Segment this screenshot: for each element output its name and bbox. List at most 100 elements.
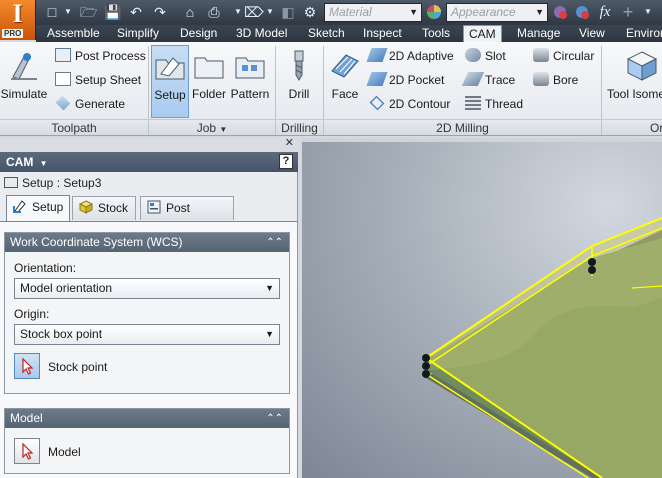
stock-point-label: Stock point — [48, 360, 108, 374]
folder-icon — [194, 57, 224, 79]
thread-button[interactable]: Thread — [465, 94, 523, 114]
orientation-select[interactable]: Model orientation ▼ — [14, 278, 280, 299]
cam-panel: ✕ CAM ▼ ? Setup : Setup3 Setup Stock Pos… — [0, 136, 298, 478]
simulate-button[interactable]: Simulate — [0, 45, 48, 118]
select-filter-icon[interactable]: ◧ — [280, 4, 296, 20]
setup-button[interactable]: Setup — [151, 45, 189, 118]
circular-label: Circular — [553, 49, 595, 63]
tool-isometric-button[interactable]: Tool Isome — [605, 45, 662, 118]
adjust-appearance-icon[interactable] — [574, 4, 590, 20]
chevron-down-icon: ▼ — [265, 283, 274, 293]
tab-setup[interactable]: Setup — [6, 195, 70, 221]
stock-point-marker[interactable] — [422, 370, 430, 378]
slot-label: Slot — [485, 49, 506, 63]
plus-icon[interactable]: + — [620, 3, 636, 21]
slot-button[interactable]: Slot — [465, 46, 506, 66]
circular-button[interactable]: Circular — [533, 46, 594, 66]
appearance-combo[interactable]: Appearance ▼ — [446, 3, 548, 22]
model-pick-label: Model — [48, 445, 81, 459]
collapse-chevrons-icon[interactable]: ⌃⌃ — [266, 409, 283, 428]
close-icon[interactable]: ✕ — [285, 136, 294, 149]
thread-icon — [465, 96, 481, 110]
save-icon[interactable]: 💾 — [104, 4, 121, 20]
wcs-section-header[interactable]: Work Coordinate System (WCS) ⌃⌃ — [5, 233, 289, 252]
tab-3d-model[interactable]: 3D Model — [231, 25, 292, 42]
tab-assemble[interactable]: Assemble — [42, 25, 105, 42]
model-pick-button[interactable] — [14, 438, 40, 464]
app-logo[interactable]: I PRO — [0, 0, 36, 40]
2d-adaptive-button[interactable]: 2D Adaptive — [366, 46, 454, 66]
trace-button[interactable]: Trace — [461, 70, 515, 90]
setup-sheet-button[interactable]: Setup Sheet — [55, 70, 141, 90]
tab-post-process[interactable]: Post Process — [140, 196, 234, 237]
bore-icon — [533, 72, 549, 86]
app-logo-letter: I — [12, 0, 23, 28]
customize-dropdown-icon[interactable]: ▼ — [640, 4, 656, 20]
fx-parameters-icon[interactable]: fx — [597, 4, 613, 20]
home-icon[interactable]: ⌂ — [182, 4, 198, 20]
post-process-label: Post Process — [75, 49, 146, 63]
ribbon-tab-bar: Assemble Simplify Design 3D Model Sketch… — [36, 25, 662, 42]
origin-label: Origin: — [14, 307, 50, 321]
appearance-ball-icon — [426, 4, 442, 20]
model-section-header[interactable]: Model ⌃⌃ — [5, 409, 289, 428]
tab-cam[interactable]: CAM — [463, 25, 502, 42]
measure-dropdown-icon[interactable]: ▼ — [262, 4, 278, 20]
group-orientation-label: Or — [602, 119, 662, 135]
open-folder-icon[interactable]: 🗁 — [80, 4, 97, 20]
tab-environments[interactable]: Environ — [621, 25, 662, 42]
cursor-arrow-icon — [22, 442, 34, 460]
tab-sketch[interactable]: Sketch — [303, 25, 350, 42]
isometric-cube-icon — [626, 51, 658, 81]
settings-gear-icon[interactable]: ⚙ — [302, 4, 318, 20]
cam-panel-header[interactable]: CAM ▼ ? — [0, 152, 298, 172]
undo-icon[interactable]: ↶ — [128, 4, 144, 20]
material-combo[interactable]: Material ▼ — [324, 3, 422, 22]
pattern-icon — [235, 57, 265, 79]
tab-inspect[interactable]: Inspect — [358, 25, 407, 42]
collapse-chevrons-icon[interactable]: ⌃⌃ — [266, 233, 283, 252]
setup-sheet-icon — [55, 72, 71, 86]
bore-button[interactable]: Bore — [533, 70, 578, 90]
generate-button[interactable]: Generate — [55, 94, 125, 114]
generate-label: Generate — [75, 97, 126, 111]
tab-simplify[interactable]: Simplify — [112, 25, 164, 42]
thread-label: Thread — [485, 97, 524, 111]
new-dropdown-icon[interactable]: ▼ — [60, 4, 76, 20]
new-file-icon[interactable]: □ — [44, 4, 60, 20]
origin-select[interactable]: Stock box point ▼ — [14, 324, 280, 345]
circular-icon — [533, 48, 549, 62]
post-process-button[interactable]: Post Process — [55, 46, 146, 66]
cam-panel-title: CAM — [6, 155, 34, 169]
stock-point-pick-button[interactable] — [14, 353, 40, 379]
setup-folder-icon — [155, 57, 185, 80]
bore-label: Bore — [553, 73, 579, 87]
face-button[interactable]: Face — [327, 45, 363, 118]
tab-view[interactable]: View — [574, 25, 610, 42]
folder-button[interactable]: Folder — [190, 45, 228, 118]
slot-icon — [465, 48, 481, 62]
stock-point-marker[interactable] — [588, 258, 596, 266]
2d-pocket-button[interactable]: 2D Pocket — [366, 70, 444, 90]
help-icon[interactable]: ? — [279, 154, 293, 169]
face-label: Face — [331, 87, 359, 101]
quick-access-toolbar: □ ▼ 🗁 💾 ↶ ↷ ⌂ ⎙ ▼ ⌦ ▼ ◧ ⚙ Material ▼ App… — [0, 0, 662, 25]
tab-manage[interactable]: Manage — [512, 25, 565, 42]
tab-stock[interactable]: Stock — [72, 196, 136, 220]
pattern-button[interactable]: Pattern — [228, 45, 272, 118]
tab-design[interactable]: Design — [175, 25, 222, 42]
2d-contour-button[interactable]: 2D Contour — [369, 94, 450, 114]
model-scene[interactable] — [302, 138, 662, 478]
drill-button[interactable]: Drill — [280, 45, 318, 118]
stock-point-marker[interactable] — [422, 354, 430, 362]
clear-appearance-icon[interactable] — [552, 4, 568, 20]
print-icon[interactable]: ⎙ — [206, 4, 222, 20]
redo-icon[interactable]: ↷ — [152, 4, 168, 20]
stock-point-marker[interactable] — [588, 266, 596, 274]
panel-title-strip: ✕ — [0, 136, 298, 152]
tab-tools[interactable]: Tools — [417, 25, 455, 42]
graphics-viewport[interactable] — [302, 138, 662, 478]
measure-icon[interactable]: ⌦ — [244, 4, 264, 20]
group-job-label[interactable]: Job ▼ — [149, 119, 275, 135]
stock-point-marker[interactable] — [422, 362, 430, 370]
